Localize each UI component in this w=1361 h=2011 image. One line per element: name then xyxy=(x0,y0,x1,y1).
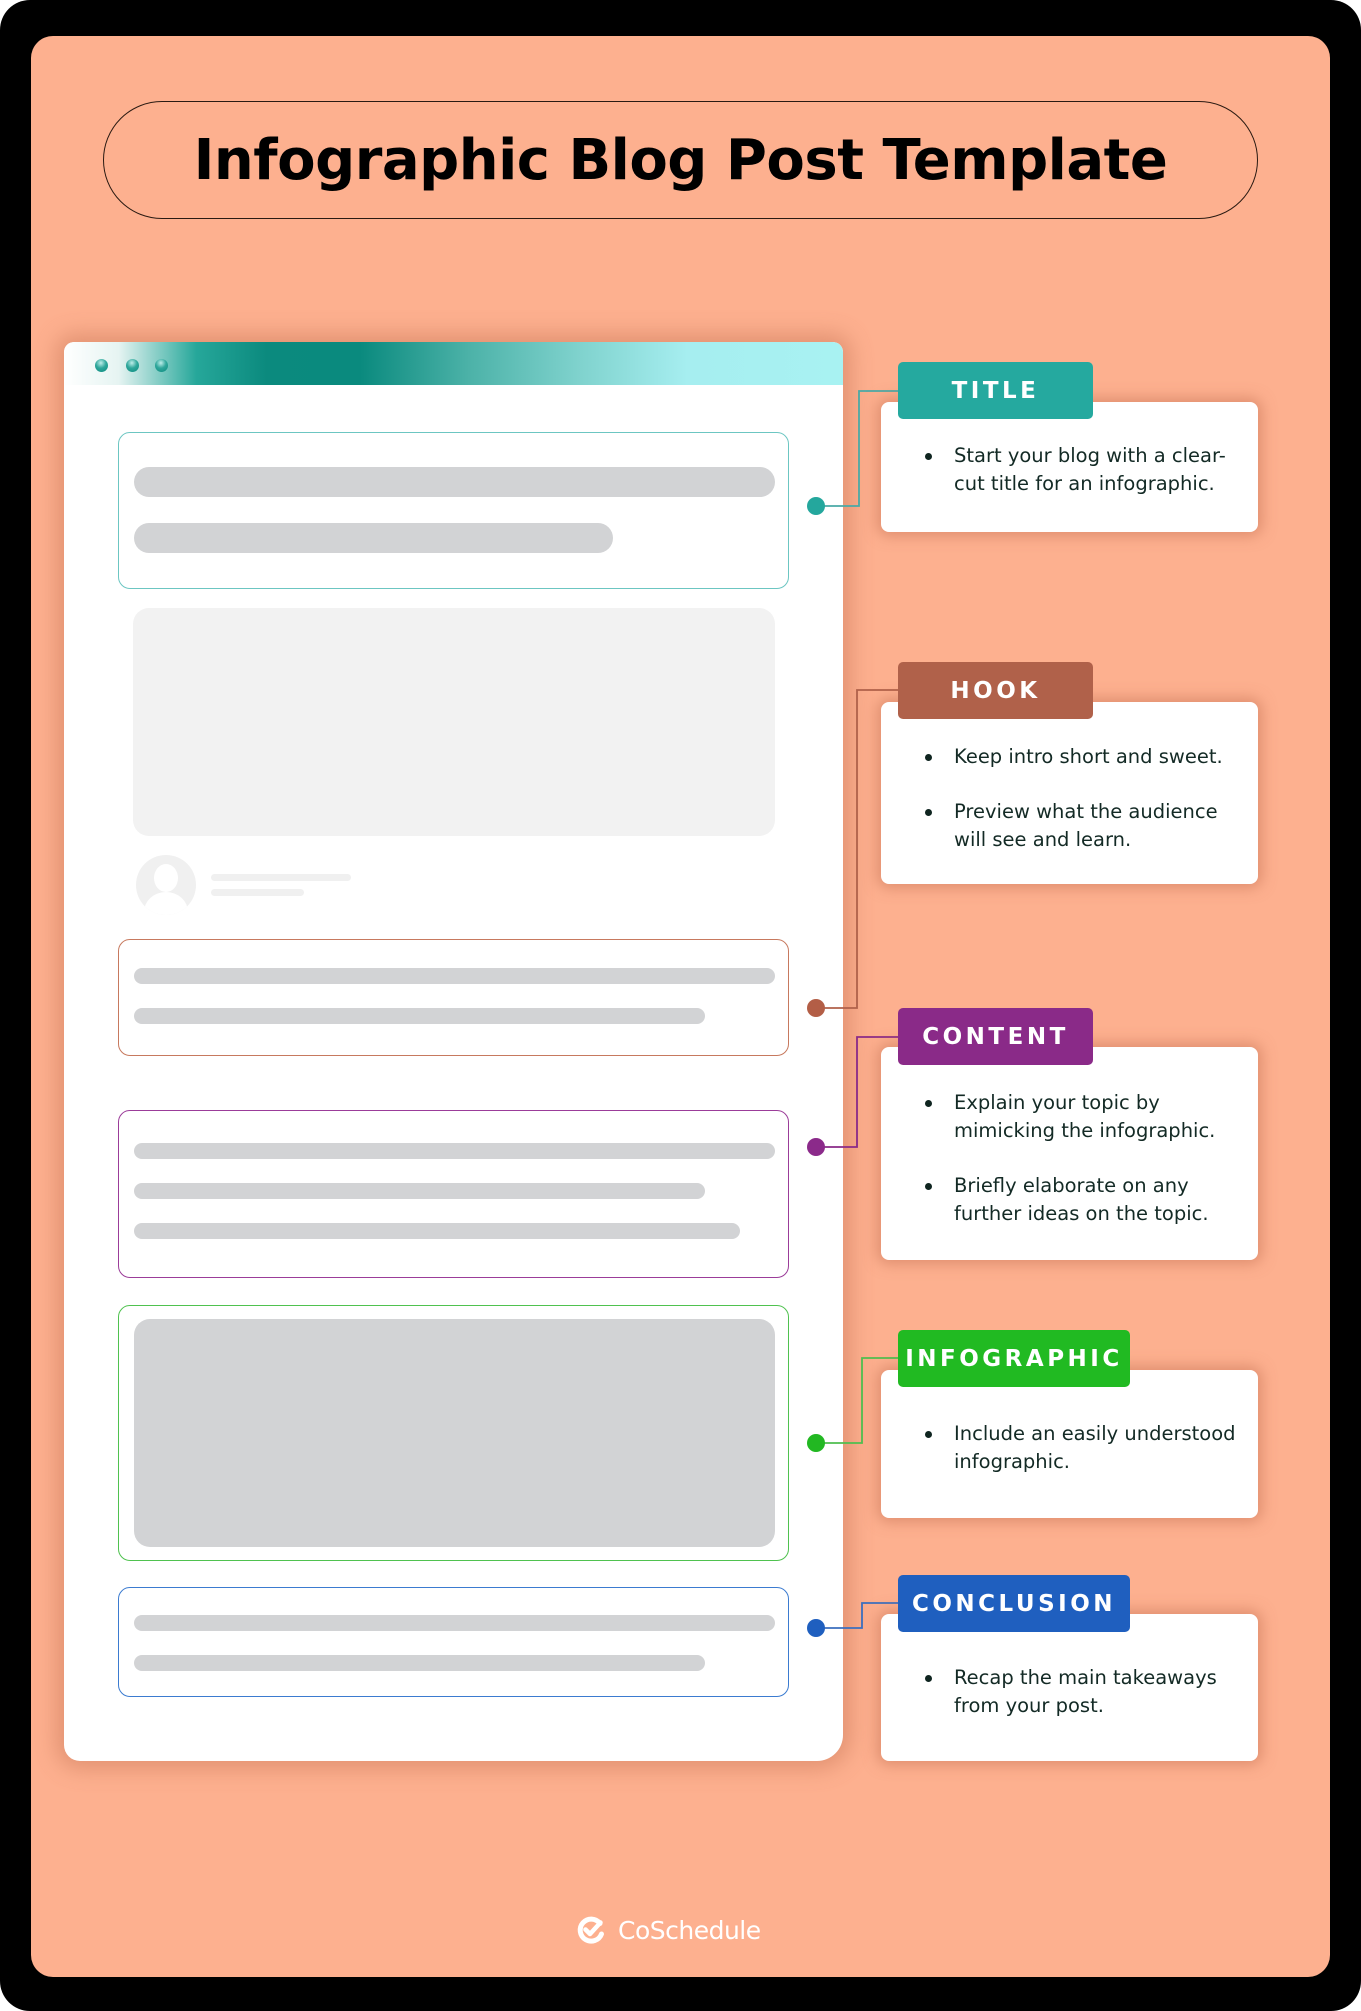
author-name-placeholder xyxy=(211,874,351,881)
callout-card-hook: Keep intro short and sweet. Preview what… xyxy=(881,702,1258,884)
callout-bullet: Start your blog with a clear-cut title f… xyxy=(925,442,1244,498)
mock-conclusion-section xyxy=(118,1587,789,1697)
author-date-placeholder xyxy=(211,889,304,896)
placeholder-line xyxy=(134,1008,705,1024)
placeholder-line xyxy=(134,1143,775,1159)
mock-content-section xyxy=(118,1110,789,1278)
callout-bullet: Include an easily understood infographic… xyxy=(925,1420,1244,1476)
placeholder-line xyxy=(134,968,775,984)
callout-bullet: Recap the main takeaways from your post. xyxy=(925,1664,1244,1720)
page-title: Infographic Blog Post Template xyxy=(193,127,1168,193)
placeholder-line xyxy=(134,1615,775,1631)
callout-card-title: Start your blog with a clear-cut title f… xyxy=(881,402,1258,532)
coschedule-check-icon xyxy=(577,1916,604,1944)
featured-image-placeholder xyxy=(133,608,775,836)
author-avatar-icon xyxy=(136,855,196,915)
callout-bullet: Briefly elaborate on any further ideas o… xyxy=(925,1172,1244,1228)
browser-mockup xyxy=(64,342,843,1761)
coschedule-logo[interactable]: CoSchedule xyxy=(576,1914,761,1946)
callout-tag-content: CONTENT xyxy=(898,1008,1093,1065)
infographic-image-placeholder xyxy=(134,1319,775,1547)
callout-bullet: Keep intro short and sweet. xyxy=(925,743,1244,771)
brand-name: CoSchedule xyxy=(618,1915,761,1945)
title-pill: Infographic Blog Post Template xyxy=(103,101,1258,219)
callout-tag-hook: HOOK xyxy=(898,662,1093,719)
window-dot-icon xyxy=(95,359,108,372)
callout-bullet: Preview what the audience will see and l… xyxy=(925,798,1244,854)
callout-tag-infographic: INFOGRAPHIC xyxy=(898,1330,1130,1387)
callout-card-infographic: Include an easily understood infographic… xyxy=(881,1370,1258,1518)
callout-card-content: Explain your topic by mimicking the info… xyxy=(881,1047,1258,1260)
placeholder-line xyxy=(134,1655,705,1671)
mock-hook-section xyxy=(118,939,789,1056)
window-dot-icon xyxy=(126,359,139,372)
placeholder-line xyxy=(134,1223,740,1239)
callout-card-conclusion: Recap the main takeaways from your post. xyxy=(881,1614,1258,1761)
placeholder-line xyxy=(134,1183,705,1199)
callout-bullet: Explain your topic by mimicking the info… xyxy=(925,1089,1244,1145)
placeholder-line xyxy=(134,467,775,497)
browser-title-bar xyxy=(64,342,843,385)
window-dot-icon xyxy=(155,359,168,372)
mock-infographic-section xyxy=(118,1305,789,1561)
callout-tag-title: TITLE xyxy=(898,362,1093,419)
mock-title-section xyxy=(118,432,789,589)
callout-tag-conclusion: CONCLUSION xyxy=(898,1575,1130,1632)
placeholder-line xyxy=(134,523,613,553)
